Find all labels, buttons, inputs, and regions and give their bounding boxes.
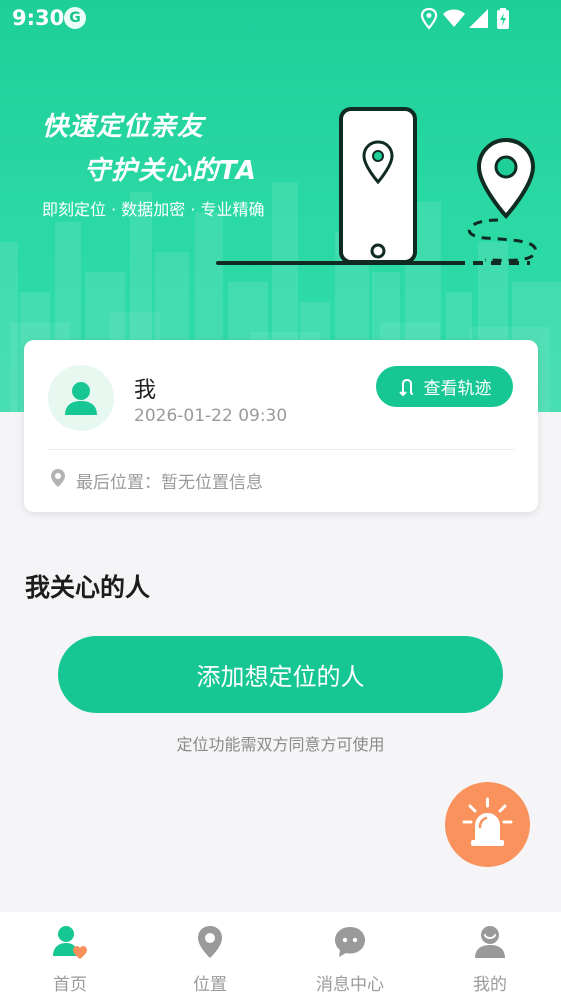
profile-icon	[475, 926, 505, 958]
track-route-icon	[398, 378, 413, 396]
location-pin-icon	[51, 469, 65, 487]
chat-bubble-icon	[335, 927, 365, 957]
status-icons	[421, 7, 509, 30]
tab-profile[interactable]: 我的	[420, 912, 560, 999]
avatar	[48, 365, 114, 431]
signal-icon	[469, 9, 488, 28]
tab-location[interactable]: 位置	[140, 912, 280, 999]
person-icon	[65, 382, 97, 415]
map-pin-icon	[476, 137, 536, 219]
sos-alarm-button[interactable]	[445, 782, 530, 867]
view-track-button[interactable]: 查看轨迹	[376, 366, 513, 407]
bottom-tab-bar: 首页 位置 消息中心 我的	[0, 912, 561, 999]
tab-label-home: 首页	[53, 975, 87, 995]
view-track-label: 查看轨迹	[423, 379, 492, 399]
consent-hint: 定位功能需双方同意方可使用	[176, 735, 385, 754]
battery-icon	[497, 8, 509, 29]
card-divider	[48, 449, 514, 450]
tab-label-profile: 我的	[473, 975, 507, 995]
last-location-text: 最后位置：暂无位置信息	[76, 473, 263, 493]
hero-slogan-line1: 快速定位亲友	[42, 112, 205, 142]
tab-messages[interactable]: 消息中心	[280, 912, 420, 999]
phone-location-illustration	[216, 107, 537, 265]
alarm-siren-icon	[462, 797, 513, 846]
user-last-update-time: 2026-01-22 09:30	[134, 406, 288, 426]
wifi-icon	[443, 9, 465, 27]
status-bar: 9:30 G	[0, 0, 561, 38]
add-person-button[interactable]: 添加想定位的人	[58, 636, 503, 713]
person-heart-icon	[53, 926, 87, 959]
my-profile-card: 我 2026-01-22 09:30 查看轨迹 最后位置：暂无位置信息	[24, 340, 538, 512]
location-pin-icon	[198, 926, 222, 958]
tab-home[interactable]: 首页	[0, 912, 140, 999]
phone-icon	[339, 107, 417, 264]
user-name: 我	[134, 378, 157, 403]
app-notification-icon: G	[64, 7, 86, 29]
tab-label-messages: 消息中心	[316, 975, 384, 995]
care-section-title: 我关心的人	[25, 573, 151, 602]
status-time: 9:30	[12, 6, 65, 30]
location-status-icon	[421, 7, 438, 30]
tab-label-location: 位置	[193, 975, 227, 995]
